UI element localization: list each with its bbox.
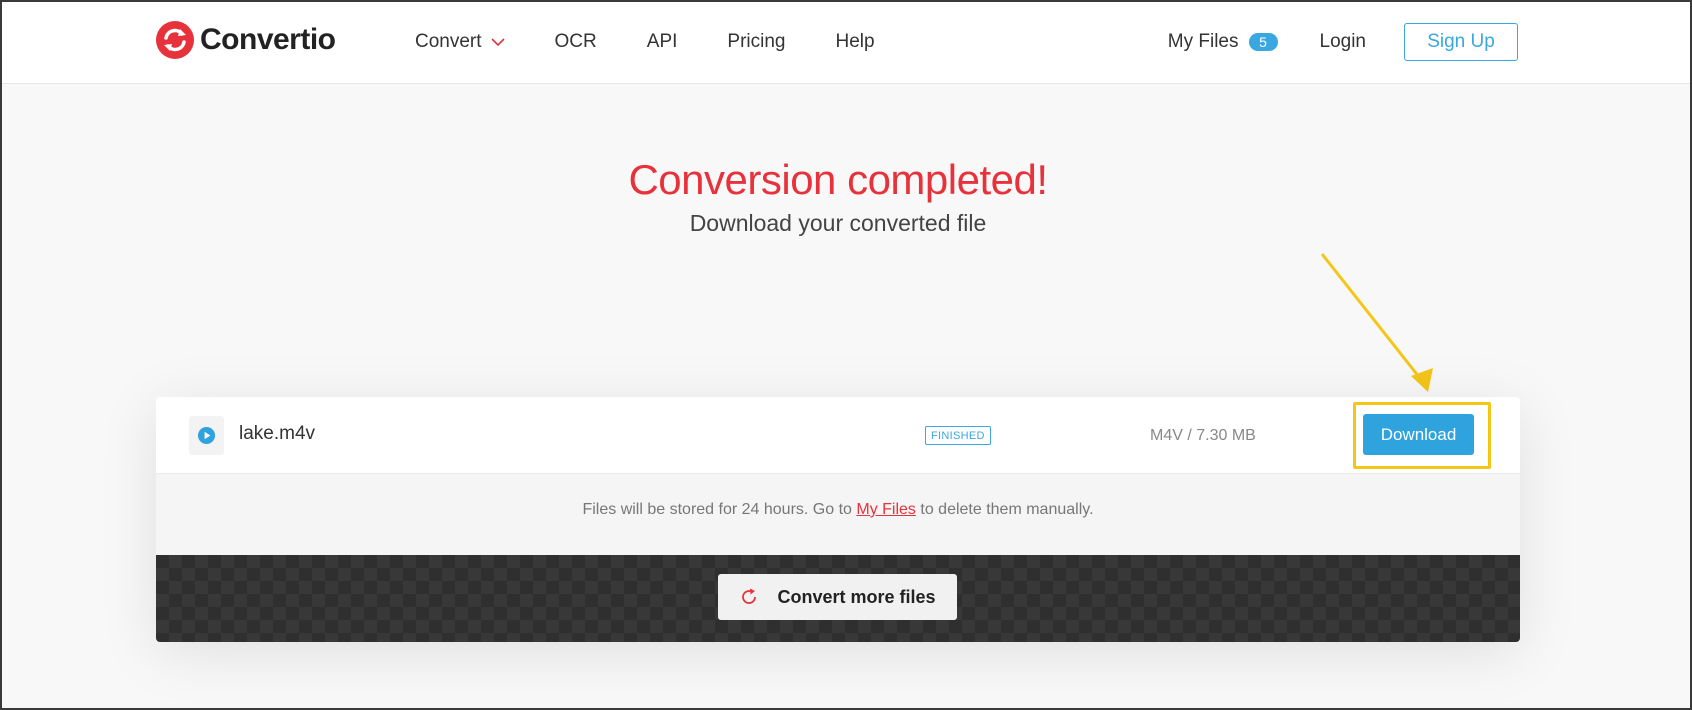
convert-more-label: Convert more files — [777, 586, 936, 607]
main-nav: Convert OCR API Pricing Help — [415, 0, 925, 84]
page-title: Conversion completed! — [628, 156, 1048, 203]
nav-api[interactable]: API — [647, 31, 678, 53]
my-files-notice-link[interactable]: My Files — [856, 501, 916, 518]
nav-help[interactable]: Help — [835, 31, 874, 53]
nav-pricing[interactable]: Pricing — [727, 31, 785, 53]
file-row: lake.m4v FINISHED M4V / 7.30 MB Download — [156, 397, 1520, 474]
logo[interactable]: Convertio — [156, 21, 336, 59]
nav-convert-label: Convert — [415, 31, 482, 52]
nav-ocr[interactable]: OCR — [555, 31, 597, 53]
chevron-down-icon — [490, 38, 505, 46]
convertio-logo-icon — [156, 21, 194, 59]
nav-convert[interactable]: Convert — [415, 31, 505, 53]
my-files-count-badge: 5 — [1248, 33, 1278, 51]
top-header: Convertio Convert OCR API Pricing Help M… — [0, 0, 1692, 84]
refresh-icon — [742, 588, 757, 604]
convert-more-button[interactable]: Convert more files — [718, 574, 957, 620]
actions-bar: Convert more files — [156, 555, 1520, 642]
my-files-label: My Files — [1167, 31, 1239, 52]
file-name: lake.m4v — [239, 423, 316, 444]
conversion-card: lake.m4v FINISHED M4V / 7.30 MB Download… — [156, 397, 1520, 642]
status-badge: FINISHED — [925, 426, 991, 445]
account-nav: My Files 5 Login Sign Up — [1168, 0, 1518, 84]
notice-text-before: Files will be stored for 24 hours. Go to — [582, 501, 857, 518]
page-subtitle: Download your converted file — [689, 210, 987, 236]
play-icon — [197, 426, 216, 445]
login-link[interactable]: Login — [1320, 31, 1367, 53]
file-thumbnail — [189, 416, 224, 455]
pointer-arrow-icon — [1320, 253, 1433, 392]
my-files-link[interactable]: My Files 5 — [1168, 31, 1278, 53]
logo-text: Convertio — [200, 23, 336, 56]
file-size: M4V / 7.30 MB — [1150, 427, 1256, 444]
download-button[interactable]: Download — [1363, 414, 1474, 455]
storage-notice: Files will be stored for 24 hours. Go to… — [156, 501, 1520, 519]
notice-text-after: to delete them manually. — [915, 501, 1094, 518]
signup-button[interactable]: Sign Up — [1404, 23, 1518, 61]
